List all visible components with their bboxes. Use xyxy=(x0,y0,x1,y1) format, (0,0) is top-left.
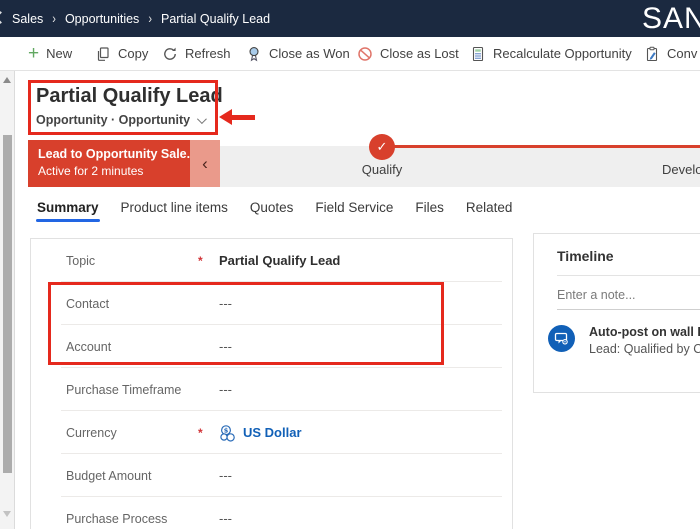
tab-product-line-items[interactable]: Product line items xyxy=(120,196,229,219)
purchase-process-value[interactable]: --- xyxy=(219,511,232,526)
chevron-down-icon[interactable] xyxy=(197,113,208,124)
field-row-purchase-process: Purchase Process --- xyxy=(31,497,512,529)
record-subtitle[interactable]: Opportunity · Opportunity xyxy=(36,113,208,127)
plus-icon: + xyxy=(28,42,40,64)
field-row-contact: Contact --- xyxy=(31,282,512,325)
account-value[interactable]: --- xyxy=(219,339,232,354)
refresh-icon xyxy=(164,47,176,60)
page-title: Partial Qualify Lead xyxy=(36,85,223,107)
budget-amount-value[interactable]: --- xyxy=(219,468,232,483)
field-row-account: Account --- xyxy=(31,325,512,368)
record-header: Partial Qualify Lead Opportunity · Oppor… xyxy=(15,71,700,140)
top-navigation-bar: Sales › Opportunities › Partial Qualify … xyxy=(0,0,700,37)
contact-value[interactable]: --- xyxy=(219,296,232,311)
field-label: Topic xyxy=(66,253,96,268)
process-name: Lead to Opportunity Sale... xyxy=(38,147,198,161)
auto-post-icon xyxy=(548,325,575,352)
calculator-icon xyxy=(472,46,484,61)
currency-lookup[interactable]: $ US Dollar xyxy=(219,424,302,442)
timeline-post-title[interactable]: Auto-post on wall P xyxy=(589,325,700,339)
tab-field-service[interactable]: Field Service xyxy=(314,196,394,219)
stage-qualify-label[interactable]: Qualify xyxy=(342,162,422,177)
process-status: Active for 2 minutes xyxy=(38,164,144,178)
timeline-card: Timeline Enter a note... Auto-post on wa… xyxy=(533,233,700,393)
process-stage-bar xyxy=(220,146,700,187)
close-as-won-button-label: Close as Won xyxy=(269,46,350,61)
close-as-won-button[interactable]: Close as Won xyxy=(246,37,350,70)
command-bar: + New Copy Refresh Close as Won Close as… xyxy=(0,37,700,71)
timeline-post[interactable]: Auto-post on wall P Lead: Qualified by C xyxy=(548,325,700,356)
field-row-purchase-timeframe: Purchase Timeframe --- xyxy=(31,368,512,411)
field-label: Purchase Process xyxy=(66,511,168,526)
note-input[interactable]: Enter a note... xyxy=(557,288,700,302)
scrollbar-down-arrow-icon[interactable] xyxy=(3,511,11,517)
field-row-currency: Currency * $ US Dollar xyxy=(31,411,512,454)
check-icon: ✓ xyxy=(376,139,388,154)
note-input-underline xyxy=(557,309,700,310)
close-as-lost-button[interactable]: Close as Lost xyxy=(357,37,459,70)
breadcrumb: Sales › Opportunities › Partial Qualify … xyxy=(12,0,270,37)
tab-quotes[interactable]: Quotes xyxy=(249,196,295,219)
chevron-right-icon: › xyxy=(52,11,56,26)
refresh-button[interactable]: Refresh xyxy=(162,37,231,70)
entity-form-label: Opportunity · Opportunity xyxy=(36,113,191,127)
field-label: Budget Amount xyxy=(66,468,152,483)
active-process-box[interactable]: Lead to Opportunity Sale... Active for 2… xyxy=(28,140,198,187)
scrollbar-thumb[interactable] xyxy=(3,135,12,473)
field-row-topic: Topic * Partial Qualify Lead xyxy=(31,239,512,282)
tab-related[interactable]: Related xyxy=(465,196,514,219)
process-collapse-button[interactable]: ‹ xyxy=(190,140,220,187)
copy-icon xyxy=(97,46,109,61)
field-label: Purchase Timeframe xyxy=(66,382,182,397)
breadcrumb-opportunities[interactable]: Opportunities xyxy=(65,12,139,26)
copy-button-label: Copy xyxy=(118,46,149,61)
currency-value: US Dollar xyxy=(243,425,302,440)
back-chevron-fragment-icon[interactable] xyxy=(0,11,7,24)
timeline-divider xyxy=(557,275,700,276)
chevron-right-icon: › xyxy=(148,11,152,26)
tab-summary[interactable]: Summary xyxy=(36,196,100,222)
tab-files[interactable]: Files xyxy=(414,196,445,219)
clipboard-icon xyxy=(646,46,658,61)
vertical-scrollbar[interactable] xyxy=(0,71,15,529)
field-label: Contact xyxy=(66,296,110,311)
convert-button[interactable]: Conv xyxy=(644,37,697,70)
breadcrumb-current-record[interactable]: Partial Qualify Lead xyxy=(161,12,270,26)
process-progress-line xyxy=(382,145,700,148)
form-tabs: Summary Product line items Quotes Field … xyxy=(15,187,700,228)
timeline-title: Timeline xyxy=(557,248,614,264)
block-icon xyxy=(358,46,372,61)
field-row-budget-amount: Budget Amount --- xyxy=(31,454,512,497)
breadcrumb-sales[interactable]: Sales xyxy=(12,12,43,26)
recalculate-opportunity-button[interactable]: Recalculate Opportunity xyxy=(470,37,632,70)
chevron-left-icon: ‹ xyxy=(202,153,208,173)
new-button-label: New xyxy=(46,46,73,61)
medal-icon xyxy=(249,46,259,61)
business-process-flow: Lead to Opportunity Sale... Active for 2… xyxy=(15,134,700,187)
dynamics-opportunity-screen: Sales › Opportunities › Partial Qualify … xyxy=(0,0,700,529)
required-asterisk: * xyxy=(198,425,203,440)
copy-button[interactable]: Copy xyxy=(95,37,148,70)
purchase-timeframe-value[interactable]: --- xyxy=(219,382,232,397)
new-button[interactable]: + New xyxy=(28,37,72,70)
currency-coins-icon: $ xyxy=(220,424,235,442)
field-label: Currency xyxy=(66,425,117,440)
convert-button-label: Conv xyxy=(667,46,698,61)
environment-label: SAN xyxy=(642,2,700,35)
timeline-post-body: Lead: Qualified by C xyxy=(589,342,700,356)
stage-qualify-check-badge[interactable]: ✓ xyxy=(369,134,395,160)
summary-fields-card: Topic * Partial Qualify Lead Contact ---… xyxy=(30,238,513,529)
topic-value[interactable]: Partial Qualify Lead xyxy=(219,253,340,268)
scrollbar-up-arrow-icon[interactable] xyxy=(3,77,11,83)
timeline-post-text: Auto-post on wall P Lead: Qualified by C xyxy=(589,325,700,356)
stage-develop-label[interactable]: Develop xyxy=(662,162,700,177)
close-as-lost-button-label: Close as Lost xyxy=(380,46,459,61)
recalculate-opportunity-button-label: Recalculate Opportunity xyxy=(493,46,632,61)
field-label: Account xyxy=(66,339,112,354)
required-asterisk: * xyxy=(198,253,203,268)
refresh-button-label: Refresh xyxy=(185,46,231,61)
